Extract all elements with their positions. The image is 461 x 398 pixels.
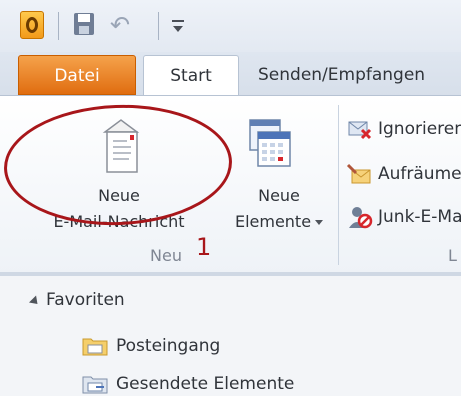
toolbar-separator [158, 12, 159, 40]
tab-senden-empfangen[interactable]: Senden/Empfangen [258, 55, 461, 95]
inbox-folder-icon [82, 338, 108, 356]
undo-icon[interactable]: ↶ [110, 11, 138, 39]
new-items-label-line1: Neue [258, 186, 300, 205]
outlook-logo-icon[interactable] [20, 11, 44, 39]
new-items-label-text: Elemente [234, 212, 312, 231]
tab-datei[interactable]: Datei [18, 55, 136, 95]
new-items-button[interactable]: Neue Elemente [220, 110, 338, 245]
junk-button[interactable]: Junk-E-Mail [346, 201, 461, 233]
annotation-number: 1 [196, 233, 212, 261]
chevron-down-icon [315, 220, 324, 225]
expand-triangle-icon[interactable] [28, 295, 42, 308]
save-icon[interactable] [72, 11, 96, 39]
navigation-pane: Favoriten Posteingang Gesendete Elemente [0, 276, 461, 396]
group-label-l: L [448, 246, 457, 265]
ignore-icon [348, 121, 372, 140]
new-items-icon [249, 119, 291, 167]
ignore-button[interactable]: Ignorieren [346, 113, 461, 145]
toolbar-separator [58, 12, 59, 40]
new-items-label-line2: Elemente [220, 211, 338, 233]
group-separator [338, 105, 339, 265]
cleanup-label: Aufräumen [378, 164, 461, 184]
cleanup-button[interactable]: Aufräumen [346, 158, 461, 190]
customize-qat-icon[interactable] [170, 11, 186, 39]
folder-label-inbox: Posteingang [116, 336, 221, 356]
group-label-neu: Neu [150, 246, 182, 265]
sent-folder-icon [82, 376, 108, 394]
cleanup-icon [346, 163, 371, 184]
tab-start[interactable]: Start [143, 55, 239, 97]
junk-icon [349, 207, 373, 229]
ribbon-tab-row: Datei Start Senden/Empfangen [0, 52, 461, 97]
folder-item-inbox[interactable]: Posteingang [82, 332, 220, 360]
favorites-header[interactable]: Favoriten [46, 290, 125, 310]
ignore-label: Ignorieren [378, 119, 461, 139]
folder-item-sent[interactable]: Gesendete Elemente [82, 370, 294, 398]
quick-access-toolbar: ↶ [0, 0, 461, 52]
junk-label: Junk-E-Mail [378, 207, 461, 227]
folder-label-sent: Gesendete Elemente [116, 374, 295, 394]
